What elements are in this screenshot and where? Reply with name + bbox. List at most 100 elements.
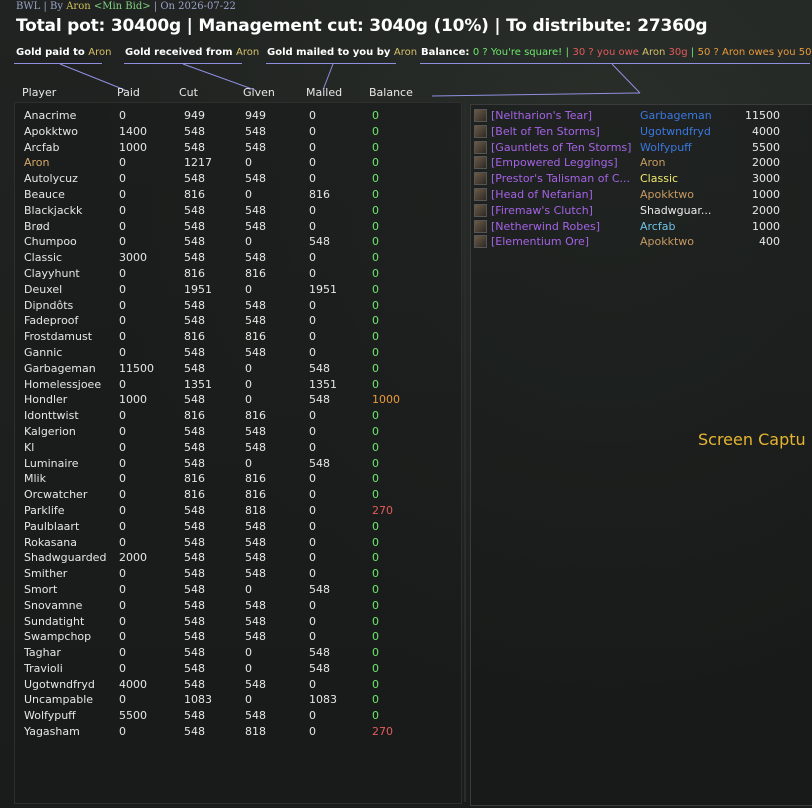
loot-row[interactable]: [Belt of Ten Storms] Ugotwndfryd 4000 bbox=[474, 124, 808, 140]
header-balance[interactable]: Balance bbox=[369, 86, 413, 99]
loot-item-link[interactable]: [Firemaw's Clutch] bbox=[491, 203, 635, 219]
table-row[interactable]: Kalgerion 0 548 548 0 0 bbox=[24, 424, 460, 440]
table-row[interactable]: Chumpoo 0 548 0 548 0 bbox=[24, 234, 460, 250]
table-row[interactable]: Deuxel 0 1951 0 1951 0 bbox=[24, 282, 460, 298]
table-row[interactable]: Mlik 0 816 816 0 0 bbox=[24, 471, 460, 487]
table-row[interactable]: Frostdamust 0 816 816 0 0 bbox=[24, 329, 460, 345]
loot-item-link[interactable]: [Elementium Ore] bbox=[491, 234, 635, 250]
table-row[interactable]: Orcwatcher 0 816 816 0 0 bbox=[24, 487, 460, 503]
player-name: Paulblaart bbox=[24, 519, 80, 533]
loot-amount: 2000 bbox=[752, 156, 780, 170]
table-row[interactable]: Travioli 0 548 0 548 0 bbox=[24, 661, 460, 677]
table-row[interactable]: Snovamne 0 548 548 0 0 bbox=[24, 598, 460, 614]
table-row[interactable]: Hondler 1000 548 0 548 1000 bbox=[24, 392, 460, 408]
table-row[interactable]: Swampchop 0 548 548 0 0 bbox=[24, 629, 460, 645]
table-row[interactable]: Gannic 0 548 548 0 0 bbox=[24, 345, 460, 361]
loot-item-link[interactable]: [Gauntlets of Ten Storms] bbox=[491, 140, 635, 156]
balance-cell: 0 bbox=[372, 551, 379, 565]
table-row[interactable]: Yagasham 0 548 818 0 270 bbox=[24, 724, 460, 740]
table-row[interactable]: Blackjackk 0 548 548 0 0 bbox=[24, 203, 460, 219]
header-mailed[interactable]: Mailed bbox=[306, 86, 342, 99]
balance-cell: 0 bbox=[372, 677, 379, 691]
table-row[interactable]: Wolfypuff 5500 548 548 0 0 bbox=[24, 708, 460, 724]
table-row[interactable]: Kl 0 548 548 0 0 bbox=[24, 440, 460, 456]
loot-item-link[interactable]: [Neltharion's Tear] bbox=[491, 108, 635, 124]
cut-cell: 816 bbox=[184, 472, 205, 486]
loot-winner: Apokktwo bbox=[640, 235, 695, 249]
mailed-cell: 0 bbox=[309, 424, 316, 438]
loot-row[interactable]: [Empowered Leggings] Aron 2000 bbox=[474, 155, 808, 171]
given-cell: 816 bbox=[245, 488, 266, 502]
table-row[interactable]: Shadwguarded 2000 548 548 0 0 bbox=[24, 550, 460, 566]
loot-row[interactable]: [Neltharion's Tear] Garbageman 11500 bbox=[474, 108, 808, 124]
table-row[interactable]: Autolycuz 0 548 548 0 0 bbox=[24, 171, 460, 187]
player-name: Wolfypuff bbox=[24, 709, 76, 723]
cut-cell: 548 bbox=[184, 709, 205, 723]
mailed-cell: 0 bbox=[309, 298, 316, 312]
table-row[interactable]: Parklife 0 548 818 0 270 bbox=[24, 503, 460, 519]
table-row[interactable]: Fadeproof 0 548 548 0 0 bbox=[24, 313, 460, 329]
mailed-cell: 0 bbox=[309, 172, 316, 186]
loot-row[interactable]: [Head of Nefarian] Apokktwo 1000 bbox=[474, 187, 808, 203]
loot-amount: 1000 bbox=[752, 219, 780, 233]
header-paid[interactable]: Paid bbox=[117, 86, 140, 99]
table-row[interactable]: Smort 0 548 0 548 0 bbox=[24, 582, 460, 598]
paid-cell: 4000 bbox=[119, 677, 147, 691]
table-row[interactable]: Smither 0 548 548 0 0 bbox=[24, 566, 460, 582]
table-row[interactable]: Sundatight 0 548 548 0 0 bbox=[24, 614, 460, 630]
loot-row[interactable]: [Gauntlets of Ten Storms] Wolfypuff 5500 bbox=[474, 140, 808, 156]
loot-item-link[interactable]: [Belt of Ten Storms] bbox=[491, 124, 635, 140]
player-name: Kl bbox=[24, 440, 35, 454]
loot-amount: 4000 bbox=[752, 124, 780, 138]
player-name: Yagasham bbox=[24, 725, 80, 739]
players-table: Anacrime 0 949 949 0 0 Apokktwo 1400 548 548 0 0 Arc… bbox=[24, 108, 460, 740]
cut-cell: 548 bbox=[184, 361, 205, 375]
table-row[interactable]: Anacrime 0 949 949 0 0 bbox=[24, 108, 460, 124]
legend-balance-label: Balance: bbox=[421, 47, 470, 58]
table-row[interactable]: Homelessjoee 0 1351 0 1351 0 bbox=[24, 377, 460, 393]
given-cell: 818 bbox=[245, 503, 266, 517]
given-cell: 548 bbox=[245, 440, 266, 454]
table-row[interactable]: Uncampable 0 1083 0 1083 0 bbox=[24, 692, 460, 708]
connector-line-received bbox=[124, 63, 242, 64]
table-row[interactable]: Paulblaart 0 548 548 0 0 bbox=[24, 519, 460, 535]
player-name: Apokktwo bbox=[24, 124, 79, 138]
player-name: Taghar bbox=[24, 646, 61, 660]
mailed-cell: 0 bbox=[309, 488, 316, 502]
table-row[interactable]: Classic 3000 548 548 0 0 bbox=[24, 250, 460, 266]
table-row[interactable]: Brød 0 548 548 0 0 bbox=[24, 219, 460, 235]
loot-row[interactable]: [Elementium Ore] Apokktwo 400 bbox=[474, 234, 808, 250]
paid-cell: 3000 bbox=[119, 251, 147, 265]
paid-cell: 0 bbox=[119, 424, 126, 438]
mailed-cell: 0 bbox=[309, 345, 316, 359]
loot-row[interactable]: [Prestor's Talisman of C... Classic 3000 bbox=[474, 171, 808, 187]
loot-item-link[interactable]: [Empowered Leggings] bbox=[491, 155, 635, 171]
table-row[interactable]: Clayyhunt 0 816 816 0 0 bbox=[24, 266, 460, 282]
loot-row[interactable]: [Firemaw's Clutch] Shadwguar... 2000 bbox=[474, 203, 808, 219]
table-row[interactable]: Beauce 0 816 0 816 0 bbox=[24, 187, 460, 203]
mailed-cell: 0 bbox=[309, 219, 316, 233]
table-row[interactable]: Rokasana 0 548 548 0 0 bbox=[24, 535, 460, 551]
balance-cell: 0 bbox=[372, 109, 379, 122]
paid-cell: 2000 bbox=[119, 551, 147, 565]
table-row[interactable]: Luminaire 0 548 0 548 0 bbox=[24, 456, 460, 472]
table-row[interactable]: Taghar 0 548 0 548 0 bbox=[24, 645, 460, 661]
loot-row[interactable]: [Netherwind Robes] Arcfab 1000 bbox=[474, 219, 808, 235]
header-player[interactable]: Player bbox=[22, 86, 56, 99]
cut-cell: 949 bbox=[184, 109, 205, 122]
player-name: Smither bbox=[24, 567, 68, 581]
table-row[interactable]: Arcfab 1000 548 548 0 0 bbox=[24, 140, 460, 156]
paid-cell: 0 bbox=[119, 282, 126, 296]
loot-item-link[interactable]: [Prestor's Talisman of C... bbox=[491, 171, 635, 187]
table-row[interactable]: Apokktwo 1400 548 548 0 0 bbox=[24, 124, 460, 140]
loot-item-link[interactable]: [Netherwind Robes] bbox=[491, 219, 635, 235]
table-row[interactable]: Ugotwndfryd 4000 548 548 0 0 bbox=[24, 677, 460, 693]
table-row[interactable]: Dipndôts 0 548 548 0 0 bbox=[24, 298, 460, 314]
loot-item-link[interactable]: [Head of Nefarian] bbox=[491, 187, 635, 203]
header-given[interactable]: Given bbox=[243, 86, 275, 99]
header-cut[interactable]: Cut bbox=[179, 86, 198, 99]
table-row[interactable]: Garbageman 11500 548 0 548 0 bbox=[24, 361, 460, 377]
player-name: Garbageman bbox=[24, 361, 96, 375]
table-row[interactable]: Idonttwist 0 816 816 0 0 bbox=[24, 408, 460, 424]
table-row[interactable]: Aron 0 1217 0 0 0 bbox=[24, 155, 460, 171]
